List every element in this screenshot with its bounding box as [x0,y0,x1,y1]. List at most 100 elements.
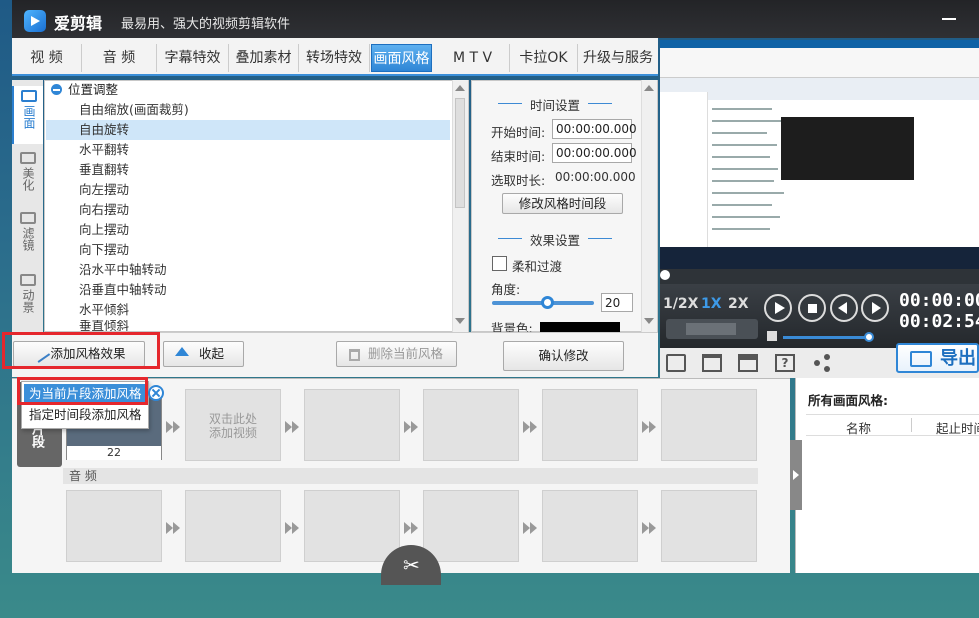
close-icon[interactable] [148,385,164,401]
collapse-minus-icon[interactable] [51,84,62,95]
tab-subtitle-effects[interactable]: 字幕特效 [157,44,229,72]
stop-icon [808,304,817,313]
effect-item[interactable]: 向上摆动 [46,220,450,240]
settings-scrollbar[interactable] [641,80,657,332]
highlight-add-style-button [2,332,160,369]
minimize-icon[interactable] [942,18,956,20]
soft-transition-checkbox[interactable] [492,256,507,271]
speed-half-button[interactable]: 1/2X [663,296,698,312]
video-slot[interactable] [423,389,519,461]
scissors-icon: ✂ [403,553,420,577]
tab-upgrade-service[interactable]: 升级与服务 [578,44,658,72]
speed-2x-button[interactable]: 2X [728,296,749,312]
effect-item[interactable]: 向右摆动 [46,200,450,220]
effect-item[interactable]: 自由旋转 [46,120,450,140]
scroll-down-icon[interactable] [644,318,654,324]
playback-seek-bar[interactable] [660,269,979,284]
chevron-right-icon [640,519,658,535]
duration-value: 00:00:00.000 [555,170,636,184]
help-icon[interactable]: ? [775,354,795,372]
volume-icon[interactable] [767,331,777,341]
audio-slot[interactable] [185,490,281,562]
side-tab-picture[interactable]: 画面 [12,86,43,144]
chevron-right-icon [402,519,420,535]
side-tab-filter[interactable]: 滤镜 [12,208,43,266]
app-name: 爱剪辑 [54,14,103,33]
seek-knob[interactable] [660,270,670,280]
end-time-input[interactable]: 00:00:00.000 [552,143,637,163]
side-tabs: 画面 美化 滤镜 动景 [12,80,43,332]
volume-knob[interactable] [864,332,874,342]
clip-label: 22 [67,446,161,460]
open-folder-icon[interactable] [702,354,722,372]
start-time-label: 开始时间: [491,125,546,140]
collapse-button[interactable]: 收起 [163,341,244,367]
video-slot[interactable] [304,389,400,461]
export-icon [910,351,932,367]
tab-mtv[interactable]: M T V [436,44,510,72]
tab-video[interactable]: 视 频 [12,44,82,72]
effect-item[interactable]: 沿垂直中轴转动 [46,280,450,300]
prev-frame-button[interactable] [830,294,858,322]
share-icon[interactable] [812,354,832,372]
filter-wand-icon [19,212,36,224]
tab-picture-style[interactable]: 画面风格 [371,44,432,72]
effect-item[interactable]: 沿水平中轴转动 [46,260,450,280]
angle-slider-knob[interactable] [541,296,554,309]
panel-toggle[interactable] [790,440,802,510]
bg-color-swatch[interactable] [540,322,620,332]
scroll-up-icon[interactable] [455,85,465,91]
effect-list-scroll-thumb[interactable] [455,98,465,208]
side-tab-beautify[interactable]: 美化 [12,148,43,206]
effect-item[interactable]: 向下摆动 [46,240,450,260]
start-time-input[interactable]: 00:00:00.000 [552,119,637,139]
prev-frame-icon [838,302,847,314]
play-icon [775,302,785,314]
effect-item[interactable]: 向左摆动 [46,180,450,200]
angle-input[interactable]: 20 [601,293,633,312]
new-project-icon[interactable] [666,354,686,372]
main-tab-bar: 视 频 音 频 字幕特效 叠加素材 转场特效 画面风格 M T V 卡拉OK 升… [12,38,658,76]
effect-group-header[interactable]: 位置调整 [46,81,118,99]
tab-transition-effects[interactable]: 转场特效 [299,44,370,72]
add-video-slot[interactable]: 双击此处 添加视频 [185,389,281,461]
audio-slot[interactable] [66,490,162,562]
next-frame-icon [872,302,881,314]
export-button[interactable]: 导出 [896,343,979,373]
audio-slot[interactable] [661,490,757,562]
scroll-down-icon[interactable] [455,318,465,324]
stop-button[interactable] [798,294,826,322]
total-time: 00:02:54 [899,311,979,332]
effect-item[interactable]: 水平倾斜 [46,300,450,320]
effect-item[interactable]: 水平翻转 [46,140,450,160]
bg-color-label: 背景色: [491,322,533,332]
scroll-up-icon[interactable] [644,85,654,91]
video-slot[interactable] [542,389,638,461]
save-icon[interactable] [738,354,758,372]
audio-slot[interactable] [542,490,638,562]
tab-audio[interactable]: 音 频 [82,44,157,72]
menu-add-to-time-range[interactable]: 指定时间段添加风格 [24,405,145,424]
next-frame-button[interactable] [861,294,889,322]
tab-overlay-material[interactable]: 叠加素材 [229,44,299,72]
confirm-modify-button[interactable]: 确认修改 [503,341,624,371]
effect-item[interactable]: 垂直翻转 [46,160,450,180]
delete-current-style-button[interactable]: 删除当前风格 [336,341,457,367]
effect-item[interactable]: 自由缩放(画面裁剪) [46,100,450,120]
effect-item[interactable]: 垂直倾斜 [46,320,450,331]
chevron-right-icon [164,519,182,535]
jog-wheel[interactable] [686,323,736,335]
speed-1x-button[interactable]: 1X [701,296,722,312]
video-slot[interactable] [661,389,757,461]
side-tab-motion[interactable]: 动景 [12,270,43,328]
jog-shuttle[interactable] [666,319,758,339]
chevron-right-icon [402,418,420,434]
volume-slider[interactable] [783,336,869,339]
tab-karaoke[interactable]: 卡拉OK [510,44,578,72]
add-video-hint: 双击此处 添加视频 [208,412,257,440]
audio-slot[interactable] [304,490,400,562]
modify-style-time-button[interactable]: 修改风格时间段 [502,193,623,214]
chevron-right-icon [521,418,539,434]
audio-slot[interactable] [423,490,519,562]
play-button[interactable] [764,294,792,322]
